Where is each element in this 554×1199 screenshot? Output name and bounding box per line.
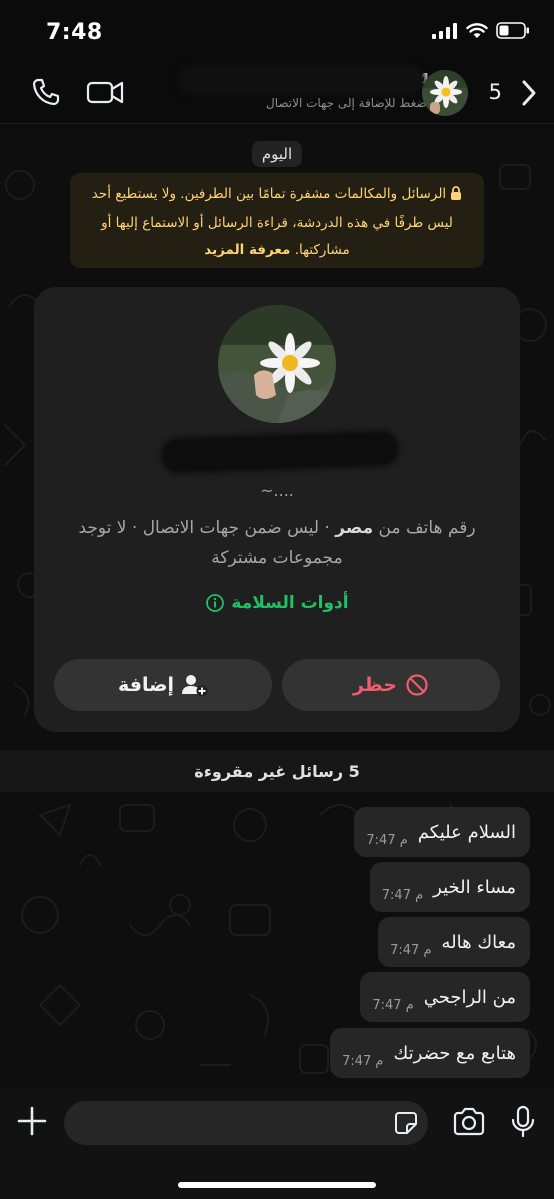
profile-photo[interactable] — [218, 305, 336, 423]
info-icon — [206, 594, 225, 612]
message-input-container[interactable] — [64, 1101, 428, 1145]
redaction-mark — [182, 68, 422, 92]
plus-icon[interactable] — [16, 1105, 48, 1137]
block-button[interactable]: حظر — [282, 659, 500, 711]
wifi-icon — [466, 22, 488, 38]
unread-banner: 5 رسائل غير مقروءة — [0, 750, 554, 792]
profile-info: رقم هاتف من مصر · ليس ضمن جهات الاتصال ·… — [54, 513, 500, 573]
contact-subtitle[interactable]: اضغط للإضافة إلى جهات الاتصال — [190, 96, 430, 110]
message-text: من الراجحي — [423, 986, 516, 1008]
add-user-icon — [182, 675, 208, 697]
date-chip: اليوم — [251, 141, 303, 167]
learn-more-link[interactable]: معرفة المزيد — [204, 242, 290, 258]
message-text: هتابع مع حضرتك — [393, 1042, 516, 1064]
add-label: إضافة — [118, 674, 174, 696]
profile-card: 94 ~.... رقم هاتف من مصر · ليس ضمن جهات … — [34, 287, 520, 732]
safety-tools-link[interactable]: أدوات السلامة — [34, 593, 520, 613]
sticker-icon[interactable] — [394, 1111, 418, 1135]
message-time: 7:47 م — [366, 832, 408, 848]
battery-icon — [496, 22, 529, 39]
status-bar: 7:48 — [0, 0, 554, 62]
message-time: 7:47 م — [381, 887, 424, 903]
info-country: مصر — [335, 518, 374, 538]
chat-header: 94 اضغط للإضافة إلى جهات الاتصال 5 — [0, 62, 554, 124]
video-icon[interactable] — [86, 76, 126, 108]
chat-area[interactable]: اليوم الرسائل والمكالمات مشفرة تمامًا بي… — [0, 125, 554, 1087]
clock: 7:48 — [46, 20, 103, 45]
cellular-signal-icon — [432, 22, 457, 39]
message-input[interactable] — [78, 1101, 378, 1145]
info-suffix: · ليس ضمن جهات الاتصال · لا توجد مجموعات… — [78, 518, 343, 568]
info-prefix: رقم هاتف من — [378, 518, 476, 538]
composer-bar — [0, 1087, 554, 1199]
message-bubble[interactable]: مساء الخير 7:47 م — [369, 862, 530, 912]
message-bubble[interactable]: معاك هاله 7:47 م — [378, 917, 530, 967]
unread-count[interactable]: 5 — [489, 80, 502, 104]
message-time: 7:47 م — [372, 997, 414, 1013]
add-contact-button[interactable]: إضافة — [54, 659, 272, 711]
message-time: 7:47 م — [342, 1053, 384, 1069]
lock-icon — [450, 183, 462, 210]
home-indicator — [178, 1182, 376, 1188]
message-bubble[interactable]: السلام عليكم 7:47 م — [354, 807, 530, 857]
safety-tools-label: أدوات السلامة — [231, 593, 349, 613]
message-text: مساء الخير — [433, 876, 516, 898]
message-text: معاك هاله — [441, 931, 516, 953]
encryption-notice[interactable]: الرسائل والمكالمات مشفرة تمامًا بين الطر… — [70, 173, 484, 268]
status-icons — [432, 22, 530, 39]
chevron-right-icon[interactable] — [518, 78, 540, 108]
avatar[interactable] — [422, 70, 468, 116]
message-bubble[interactable]: من الراجحي 7:47 م — [360, 972, 530, 1022]
phone-icon[interactable] — [30, 76, 62, 108]
block-label: حظر — [352, 674, 398, 696]
block-icon — [406, 674, 428, 696]
microphone-icon[interactable] — [510, 1105, 536, 1139]
message-text: السلام عليكم — [417, 821, 516, 843]
camera-icon[interactable] — [452, 1107, 486, 1137]
profile-alias: ~.... — [260, 481, 294, 500]
message-bubble[interactable]: هتابع مع حضرتك 7:47 م — [330, 1028, 530, 1078]
message-time: 7:47 م — [390, 942, 432, 958]
